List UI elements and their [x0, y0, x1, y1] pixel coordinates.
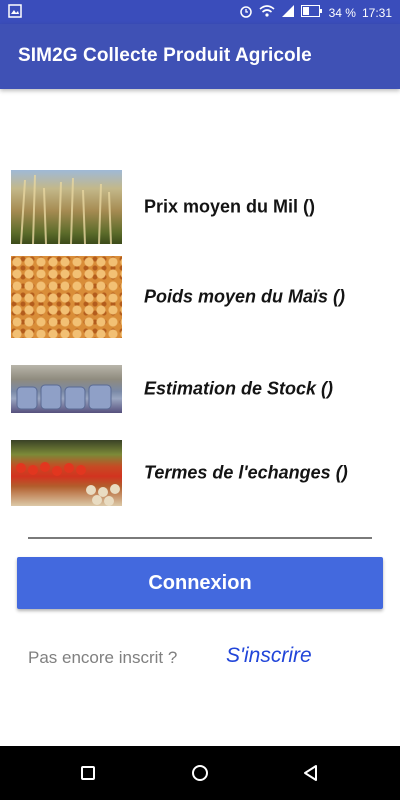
signup-prompt: Pas encore inscrit ? [28, 648, 178, 667]
grain-sacks-photo [11, 365, 122, 413]
clock: 17:31 [361, 5, 392, 20]
battery-icon [300, 5, 323, 20]
status-bar: 34 % 17:31 [0, 0, 400, 24]
signal-icon [281, 4, 295, 21]
menu-item-label: Termes de l'echanges () [144, 462, 348, 483]
menu-item-prix-mil[interactable]: Prix moyen du Mil () [11, 170, 391, 244]
menu-item-label: Poids moyen du Maïs () [144, 286, 346, 307]
connexion-button[interactable]: Connexion [17, 557, 383, 609]
wifi-icon [259, 4, 275, 21]
millet-field-photo [11, 170, 122, 244]
image-icon [8, 4, 22, 21]
back-icon[interactable] [298, 760, 324, 786]
market-produce-photo [11, 440, 122, 506]
home-icon[interactable] [187, 760, 213, 786]
menu-item-estimation-stock[interactable]: Estimation de Stock () [11, 365, 391, 413]
battery-percent: 34 % [328, 5, 356, 20]
menu-item-poids-mais[interactable]: Poids moyen du Maïs () [11, 256, 391, 338]
alarm-icon [239, 4, 253, 21]
menu-item-label: Prix moyen du Mil () [144, 196, 316, 217]
recents-icon[interactable] [75, 760, 101, 786]
menu-item-label: Estimation de Stock () [144, 378, 334, 399]
app-bar: SIM2G Collecte Produit Agricole [0, 24, 400, 89]
signup-link[interactable]: S'inscrire [226, 644, 312, 668]
app-title: SIM2G Collecte Produit Agricole [18, 45, 312, 66]
signup-row: Pas encore inscrit ? S'inscrire [0, 642, 400, 674]
divider [28, 537, 372, 539]
corn-kernels-photo [11, 256, 122, 338]
navigation-bar [0, 746, 400, 800]
menu-item-termes-echanges[interactable]: Termes de l'echanges () [11, 440, 391, 506]
